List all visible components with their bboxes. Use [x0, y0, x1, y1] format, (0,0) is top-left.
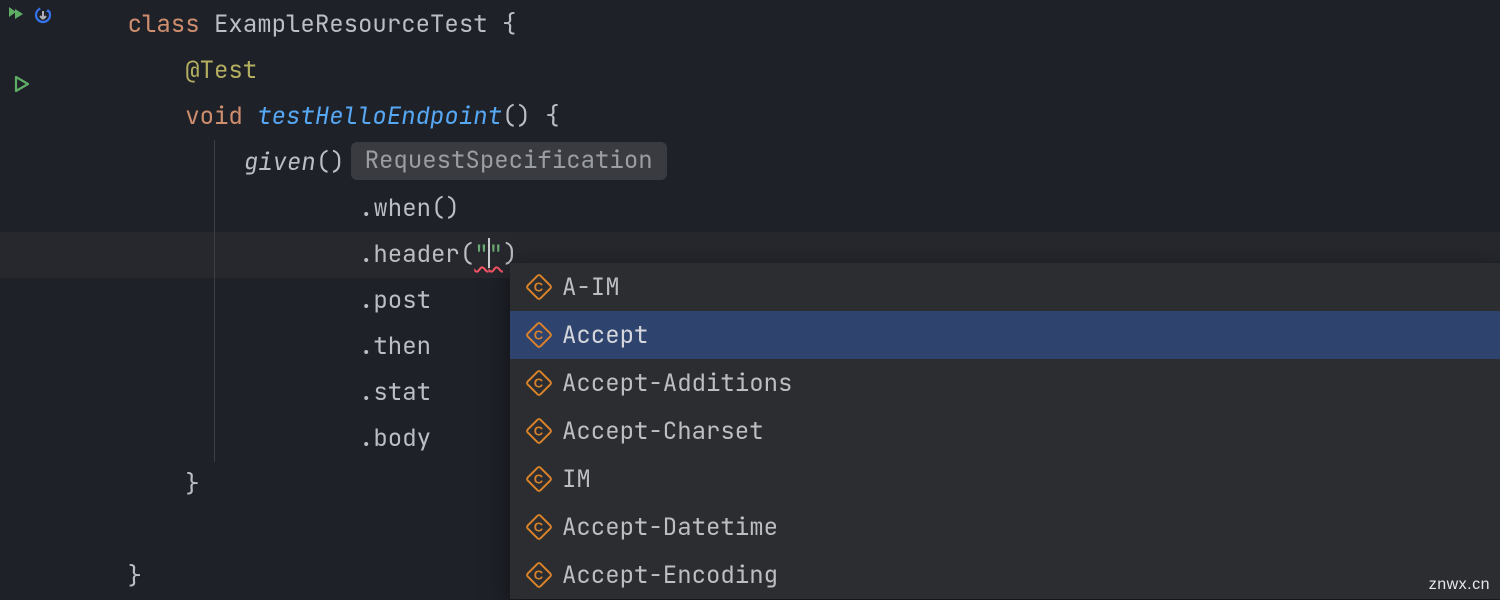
method-call: body: [373, 423, 431, 454]
autocomplete-label: Accept-Encoding: [562, 560, 778, 591]
method-call: given: [244, 147, 316, 178]
autocomplete-label: IM: [562, 464, 591, 495]
autocomplete-label: Accept-Datetime: [562, 512, 778, 543]
string-close-quote: ": [489, 239, 503, 270]
code-editor[interactable]: class ExampleResourceTest { @Test void t…: [0, 0, 1500, 600]
autocomplete-item[interactable]: C Accept-Encoding: [510, 551, 1500, 599]
constant-icon: C: [528, 277, 550, 297]
autocomplete-item[interactable]: C Accept-Charset: [510, 407, 1500, 455]
code-line[interactable]: @Test: [70, 48, 1500, 94]
code-line[interactable]: void testHelloEndpoint() {: [70, 94, 1500, 140]
constant-icon: C: [528, 325, 550, 345]
string-open-quote: ": [474, 239, 488, 270]
inline-hint: RequestSpecification: [351, 142, 667, 180]
class-name: ExampleResourceTest: [214, 9, 488, 40]
method-call: post: [373, 285, 431, 316]
method-call: stat: [373, 377, 431, 408]
code-line[interactable]: .when(): [70, 186, 1500, 232]
keyword: void: [185, 101, 243, 132]
code-line[interactable]: class ExampleResourceTest {: [70, 2, 1500, 48]
method-call: when: [373, 193, 431, 224]
keyword: class: [128, 9, 200, 40]
constant-icon: C: [528, 373, 550, 393]
reload-icon[interactable]: [32, 4, 54, 26]
gutter: [0, 0, 70, 600]
method-call: then: [373, 331, 431, 362]
run-all-icon[interactable]: [6, 4, 26, 26]
brace: {: [488, 9, 517, 40]
run-icon[interactable]: [12, 74, 70, 94]
code-line[interactable]: given()RequestSpecification: [70, 140, 1500, 186]
annotation: @Test: [185, 55, 257, 86]
autocomplete-item[interactable]: C IM: [510, 455, 1500, 503]
autocomplete-item[interactable]: C A-IM: [510, 263, 1500, 311]
method-call: header: [373, 239, 459, 270]
constant-icon: C: [528, 469, 550, 489]
brace: }: [128, 561, 142, 592]
autocomplete-popup[interactable]: C A-IM C Accept C Accept-Additions C Acc…: [510, 262, 1500, 599]
autocomplete-label: Accept-Charset: [562, 416, 764, 447]
autocomplete-label: Accept-Additions: [562, 368, 792, 399]
constant-icon: C: [528, 565, 550, 585]
constant-icon: C: [528, 517, 550, 537]
brace: }: [185, 469, 199, 500]
autocomplete-item[interactable]: C Accept-Datetime: [510, 503, 1500, 551]
autocomplete-label: Accept: [562, 320, 648, 351]
code-area[interactable]: class ExampleResourceTest { @Test void t…: [70, 0, 1500, 600]
constant-icon: C: [528, 421, 550, 441]
method-decl: testHelloEndpoint: [257, 101, 502, 132]
autocomplete-item[interactable]: C Accept-Additions: [510, 359, 1500, 407]
autocomplete-label: A-IM: [562, 272, 620, 303]
autocomplete-item-selected[interactable]: C Accept: [510, 311, 1500, 359]
watermark: znwx.cn: [1429, 576, 1490, 594]
